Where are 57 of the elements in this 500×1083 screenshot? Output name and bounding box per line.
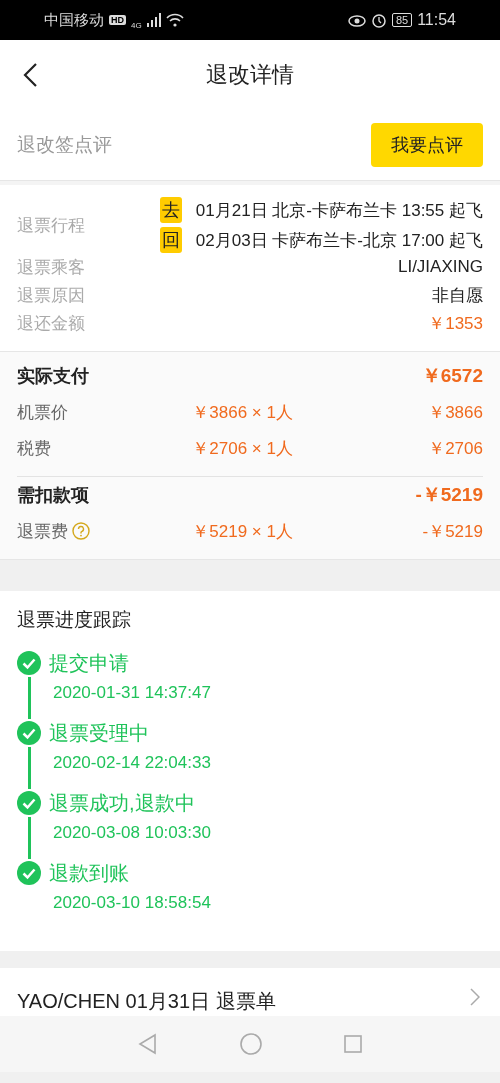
field-label: 退票原因 [17,284,85,307]
field-value: 非自愿 [432,284,483,307]
battery-level: 85 [391,13,413,27]
step-time: 2020-03-08 10:03:30 [53,823,212,843]
review-label: 退改签点评 [17,133,112,157]
network-type: 4G [131,20,142,30]
field-label: 退票乘客 [17,256,85,279]
price-heading: 实际支付 [17,365,90,388]
price-heading: 需扣款项 [17,484,90,507]
check-circle-icon [17,721,41,745]
back-icon[interactable] [22,62,38,88]
step-title: 退款到账 [49,861,130,885]
unit-price: ￥5219 × 1人 [191,520,294,543]
step-time: 2020-02-14 22:04:33 [53,753,212,773]
flight-text: 02月03日 卡萨布兰卡-北京 17:00 起飞 [195,229,483,252]
page-title: 退改详情 [206,61,294,89]
unit-price: ￥3866 × 1人 [191,401,294,424]
field-value: ￥1353 [428,312,483,335]
price-amount: ￥2706 [427,437,483,460]
price-amount: -￥5219 [414,483,483,507]
flight-text: 01月21日 北京-卡萨布兰卡 13:55 起飞 [195,199,483,222]
unit-price: ￥2706 × 1人 [191,437,294,460]
order-title: YAO/CHEN 01月31日 退票单 [17,989,276,1014]
price-amount: -￥5219 [421,520,483,543]
alarm-icon [370,12,387,28]
section-title: 退票进度跟踪 [17,608,132,632]
step-title: 退票成功,退款中 [49,791,196,815]
trip-tag: 去 [159,197,182,223]
clock-time: 11:54 [417,11,456,29]
wifi-icon [165,13,184,27]
check-circle-icon [17,651,41,675]
price-amount: ￥3866 [427,401,483,424]
order-row[interactable]: YAO/CHEN 01月31日 退票单 [0,968,500,1016]
price-amount: ￥6572 [420,364,483,388]
step-time: 2020-03-10 18:58:54 [53,893,212,913]
review-button[interactable]: 我要点评 [371,123,483,167]
field-label: 退还金额 [17,312,85,335]
eye-icon [347,13,366,27]
step-title: 退票受理中 [49,721,150,745]
step-title: 提交申请 [49,651,130,675]
price-label: 税费 [17,437,51,460]
help-icon[interactable] [72,522,90,540]
signal-icon [146,13,161,27]
chevron-right-icon [470,988,480,1006]
back-nav-icon[interactable] [137,1033,159,1055]
hd-badge: HD [109,15,126,25]
carrier-name: 中国移动 [44,10,104,30]
step-time: 2020-01-31 14:37:47 [53,683,212,703]
check-circle-icon [17,861,41,885]
check-circle-icon [17,791,41,815]
trip-tag: 回 [159,227,182,253]
price-label: 机票价 [17,401,68,424]
price-label: 退票费 [17,520,68,543]
field-value: LI/JIAXING [397,257,483,277]
home-nav-icon[interactable] [239,1032,263,1056]
recents-nav-icon[interactable] [343,1034,363,1054]
field-label: 退票行程 [17,214,85,237]
